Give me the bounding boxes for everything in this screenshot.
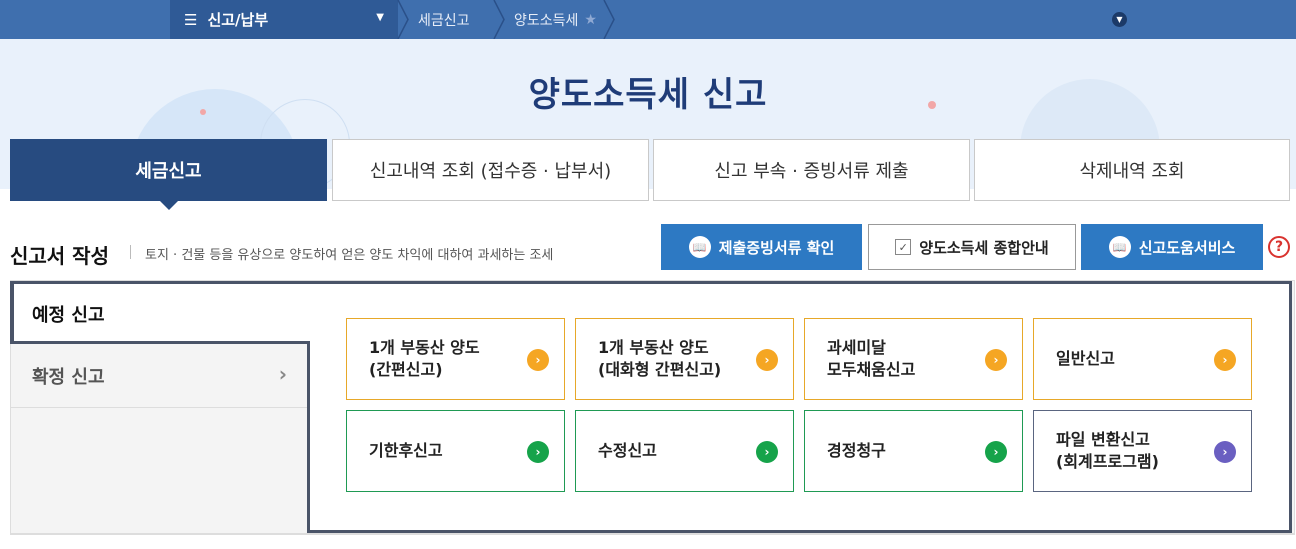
help-service-button[interactable]: 📖 신고도움서비스 <box>1081 224 1263 270</box>
arrow-right-icon: › <box>756 349 778 371</box>
checkbox-icon: ✓ <box>895 239 912 255</box>
card-interactive-report[interactable]: 1개 부동산 양도 (대화형 간편신고) › <box>575 318 794 400</box>
arrow-right-icon: › <box>527 349 549 371</box>
breadcrumb-separator-icon <box>397 0 409 39</box>
menu-label: 신고/납부 <box>207 11 269 29</box>
card-prefilled-report[interactable]: 과세미달 모두채움신고 › <box>804 318 1023 400</box>
card-amended-report[interactable]: 수정신고 › <box>575 410 794 492</box>
arrow-right-icon: › <box>1214 441 1236 463</box>
caret-down-icon: ▼ <box>376 12 384 23</box>
card-label: 일반신고 <box>1056 349 1115 368</box>
guide-label: 양도소득세 종합안내 <box>919 238 1049 257</box>
card-label: 기한후신고 <box>369 441 443 460</box>
star-icon[interactable]: ★ <box>584 12 597 28</box>
card-general-report[interactable]: 일반신고 › <box>1033 318 1252 400</box>
side-item-label: 확정 신고 <box>32 366 105 388</box>
book-icon: 📖 <box>688 236 711 258</box>
card-label: 경정청구 <box>827 441 886 460</box>
card-late-report[interactable]: 기한후신고 › <box>346 410 565 492</box>
card-file-conversion[interactable]: 파일 변환신고 (회계프로그램) › <box>1033 410 1252 492</box>
book-icon: 📖 <box>1108 236 1131 258</box>
card-label: 과세미달 모두채움신고 <box>827 338 916 379</box>
page-title: 양도소득세 신고 <box>528 75 768 115</box>
arrow-right-icon: › <box>1214 349 1236 371</box>
tab-tax-report[interactable]: 세금신고 <box>10 139 327 210</box>
doc-check-label: 제출증빙서류 확인 <box>718 238 835 257</box>
card-label: 파일 변환신고 (회계프로그램) <box>1056 430 1159 471</box>
arrow-right-icon: › <box>985 349 1007 371</box>
divider <box>130 245 131 259</box>
breadcrumb-separator-icon <box>603 0 615 39</box>
card-label: 수정신고 <box>598 441 657 460</box>
guide-button[interactable]: ✓ 양도소득세 종합안내 <box>868 224 1076 270</box>
card-label: 1개 부동산 양도 (간편신고) <box>369 338 480 379</box>
help-service-label: 신고도움서비스 <box>1138 238 1236 257</box>
arrow-right-icon: › <box>756 441 778 463</box>
breadcrumb-label: 양도소득세 <box>514 12 579 29</box>
help-icon[interactable]: ? <box>1268 236 1290 258</box>
breadcrumb-tax-report[interactable]: 세금신고 <box>418 0 470 39</box>
card-simple-report[interactable]: 1개 부동산 양도 (간편신고) › <box>346 318 565 400</box>
breadcrumb-transfer-tax: 양도소득세 ★ <box>514 0 597 39</box>
section-description: 토지 · 건물 등을 유상으로 양도하여 얻은 양도 차익에 대하여 과세하는 … <box>145 248 554 263</box>
section-title: 신고서 작성 <box>10 244 109 268</box>
panel-border <box>307 341 310 533</box>
card-correction-claim[interactable]: 경정청구 › <box>804 410 1023 492</box>
tab-attach-documents[interactable]: 신고 부속 · 증빙서류 제출 <box>653 139 970 201</box>
menu-dropdown[interactable]: ☰ 신고/납부 ▼ <box>170 0 398 39</box>
tab-report-history[interactable]: 신고내역 조회 (접수증 · 납부서) <box>332 139 649 201</box>
card-label: 1개 부동산 양도 (대화형 간편신고) <box>598 338 722 379</box>
doc-check-button[interactable]: 📖 제출증빙서류 확인 <box>661 224 862 270</box>
top-nav-bar: ☰ 신고/납부 ▼ 세금신고 양도소득세 ★ ▼ <box>0 0 1296 39</box>
expand-dropdown-icon[interactable]: ▼ <box>1112 12 1127 27</box>
chevron-right-icon: › <box>278 362 287 386</box>
side-item-scheduled-report[interactable]: 예정 신고 <box>10 281 310 344</box>
arrow-right-icon: › <box>527 441 549 463</box>
divider <box>10 534 1295 535</box>
breadcrumb-separator-icon <box>493 0 505 39</box>
arrow-right-icon: › <box>985 441 1007 463</box>
hamburger-icon: ☰ <box>184 10 198 29</box>
tab-deleted-history[interactable]: 삭제내역 조회 <box>974 139 1290 201</box>
side-item-final-report[interactable]: 확정 신고 › <box>10 344 307 408</box>
